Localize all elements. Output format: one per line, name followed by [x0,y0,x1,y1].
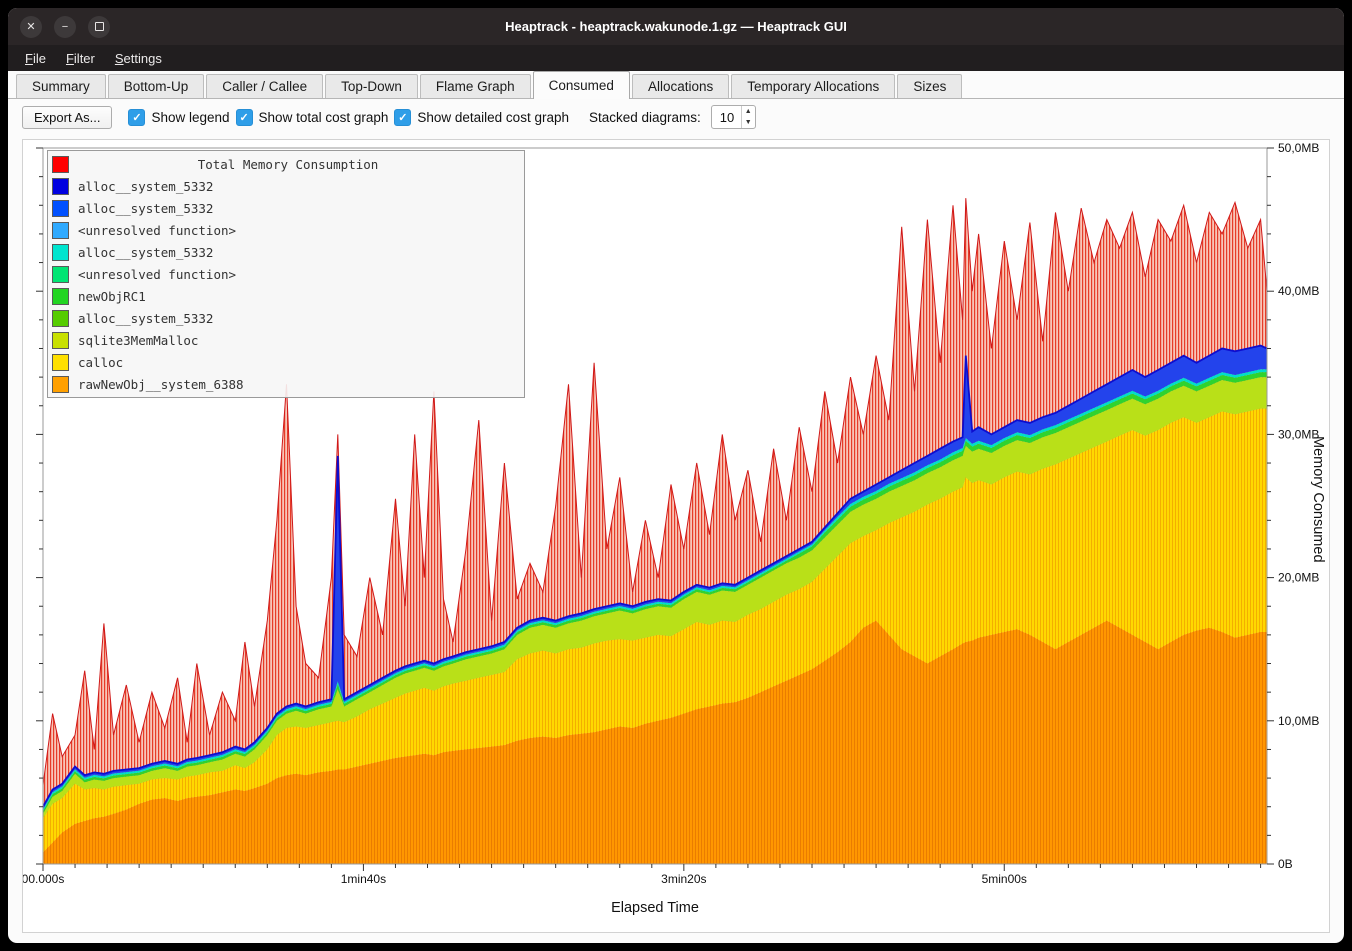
legend-item: newObjRC1 [52,285,520,307]
tab-allocations[interactable]: Allocations [632,74,729,98]
legend-swatch [52,354,69,371]
chart-legend: Total Memory Consumption alloc__system_5… [47,150,525,398]
checkbox-icon: ✓ [128,109,145,126]
legend-label: rawNewObj__system_6388 [78,377,244,392]
tab-caller-callee[interactable]: Caller / Callee [206,74,323,98]
x-axis-title: Elapsed Time [43,900,1267,916]
tab-temporary-allocations[interactable]: Temporary Allocations [731,74,895,98]
legend-swatch [52,376,69,393]
legend-label: alloc__system_5332 [78,311,213,326]
legend-item: <unresolved function> [52,219,520,241]
svg-text:20,0MB: 20,0MB [1278,571,1319,585]
spinbox-steppers: ▲ ▼ [741,106,755,128]
minimize-button[interactable]: − [54,16,76,38]
close-button[interactable]: ✕ [20,16,42,38]
legend-swatch [52,310,69,327]
maximize-icon [95,22,104,31]
legend-label: sqlite3MemMalloc [78,333,198,348]
spinbox-value: 10 [712,106,741,128]
svg-text:0B: 0B [1278,857,1293,871]
svg-text:40,0MB: 40,0MB [1278,284,1319,298]
checkbox-show-total-cost-graph[interactable]: ✓ Show total cost graph [236,109,389,126]
checkbox-label: Show legend [151,110,229,125]
menu-file[interactable]: File [16,48,55,69]
stepper-up[interactable]: ▲ [742,106,755,117]
tab-flame-graph[interactable]: Flame Graph [420,74,531,98]
legend-label: <unresolved function> [78,267,236,282]
tab-bar: SummaryBottom-UpCaller / CalleeTop-DownF… [8,71,1344,99]
legend-label: <unresolved function> [78,223,236,238]
legend-label: alloc__system_5332 [78,201,213,216]
svg-text:50,0MB: 50,0MB [1278,141,1319,155]
y-axis-title: Memory Consumed [1310,436,1326,563]
legend-item: alloc__system_5332 [52,307,520,329]
checkbox-icon: ✓ [236,109,253,126]
checkbox-icon: ✓ [394,109,411,126]
legend-label: alloc__system_5332 [78,179,213,194]
menu-bar: File Filter Settings [8,45,1344,71]
app-window: ✕ − Heaptrack - heaptrack.wakunode.1.gz … [8,8,1344,943]
checkbox-label: Show total cost graph [259,110,389,125]
legend-swatch-total [52,156,69,173]
tab-bottom-up[interactable]: Bottom-Up [108,74,205,98]
legend-label: alloc__system_5332 [78,245,213,260]
legend-swatch [52,178,69,195]
stacked-diagrams-spinbox[interactable]: 10 ▲ ▼ [711,105,756,129]
checkbox-label: Show detailed cost graph [417,110,569,125]
consumed-chart-panel: Total Memory Consumption alloc__system_5… [22,139,1330,933]
legend-item: sqlite3MemMalloc [52,329,520,351]
tab-summary[interactable]: Summary [16,74,106,98]
stacked-diagrams-label: Stacked diagrams: [589,110,701,125]
legend-item: alloc__system_5332 [52,197,520,219]
legend-title-row: Total Memory Consumption [52,153,520,175]
checkbox-show-detailed-cost-graph[interactable]: ✓ Show detailed cost graph [394,109,569,126]
legend-label: newObjRC1 [78,289,146,304]
toolbar: Export As... ✓ Show legend ✓ Show total cos… [8,99,1344,135]
window-title: Heaptrack - heaptrack.wakunode.1.gz — He… [8,19,1344,34]
legend-item: alloc__system_5332 [52,241,520,263]
stepper-down[interactable]: ▼ [742,117,755,128]
checkbox-show-legend[interactable]: ✓ Show legend [128,109,229,126]
svg-text:10,0MB: 10,0MB [1278,714,1319,728]
svg-text:5min00s: 5min00s [982,872,1027,886]
svg-text:1min40s: 1min40s [341,872,386,886]
title-bar: ✕ − Heaptrack - heaptrack.wakunode.1.gz … [8,8,1344,45]
legend-swatch [52,332,69,349]
menu-settings[interactable]: Settings [106,48,171,69]
legend-title: Total Memory Consumption [78,157,520,172]
svg-text:00.000s: 00.000s [23,872,64,886]
maximize-button[interactable] [88,16,110,38]
tab-top-down[interactable]: Top-Down [325,74,418,98]
export-as-button[interactable]: Export As... [22,106,112,129]
tab-consumed[interactable]: Consumed [533,71,630,99]
legend-swatch [52,266,69,283]
menu-filter[interactable]: Filter [57,48,104,69]
window-controls: ✕ − [20,16,110,38]
legend-item: calloc [52,351,520,373]
legend-swatch [52,288,69,305]
legend-swatch [52,200,69,217]
legend-item: alloc__system_5332 [52,175,520,197]
legend-item: rawNewObj__system_6388 [52,373,520,395]
legend-swatch [52,222,69,239]
legend-swatch [52,244,69,261]
tab-sizes[interactable]: Sizes [897,74,962,98]
legend-label: calloc [78,355,123,370]
legend-item: <unresolved function> [52,263,520,285]
checkbox-group: ✓ Show legend ✓ Show total cost graph ✓ Show … [122,109,569,126]
svg-text:3min20s: 3min20s [661,872,706,886]
